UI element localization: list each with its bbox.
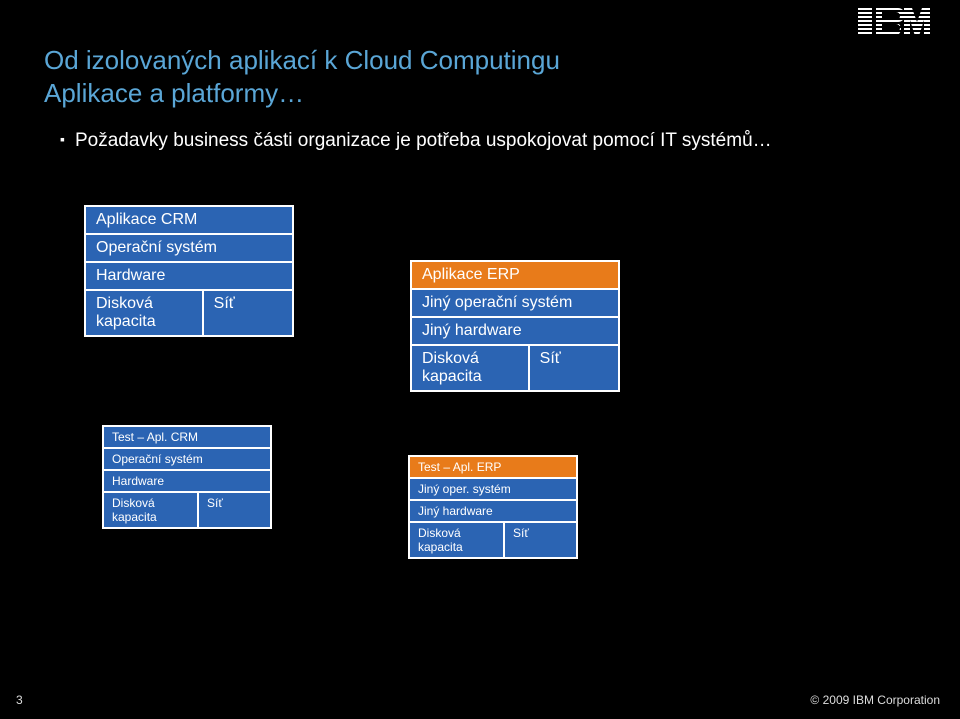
test-crm-app: Test – Apl. CRM — [102, 425, 272, 449]
stack-erp: Aplikace ERP Jiný operační systém Jiný h… — [410, 260, 620, 390]
test-erp-os: Jiný oper. systém — [408, 477, 578, 501]
stack-test-erp: Test – Apl. ERP Jiný oper. systém Jiný h… — [408, 455, 578, 557]
title-line-1: Od izolovaných aplikací k Cloud Computin… — [44, 45, 560, 75]
erp-hw: Jiný hardware — [410, 316, 620, 346]
test-erp-net: Síť — [503, 521, 578, 559]
stack-test-crm: Test – Apl. CRM Operační systém Hardware… — [102, 425, 272, 527]
erp-net: Síť — [528, 344, 620, 392]
test-erp-disk: Disková kapacita — [408, 521, 505, 559]
page-number: 3 — [16, 693, 23, 707]
erp-disk: Disková kapacita — [410, 344, 530, 392]
erp-app: Aplikace ERP — [410, 260, 620, 290]
ibm-logo — [858, 8, 930, 44]
crm-net: Síť — [202, 289, 294, 337]
test-crm-net: Síť — [197, 491, 272, 529]
title-line-2: Aplikace a platformy… — [44, 78, 304, 108]
bullet-text: Požadavky business části organizace je p… — [60, 130, 772, 152]
crm-app: Aplikace CRM — [84, 205, 294, 235]
test-erp-app: Test – Apl. ERP — [408, 455, 578, 479]
crm-hw: Hardware — [84, 261, 294, 291]
test-crm-disk: Disková kapacita — [102, 491, 199, 529]
ibm-logo-icon — [858, 8, 930, 36]
test-crm-os: Operační systém — [102, 447, 272, 471]
crm-os: Operační systém — [84, 233, 294, 263]
stack-crm: Aplikace CRM Operační systém Hardware Di… — [84, 205, 294, 335]
test-erp-hw: Jiný hardware — [408, 499, 578, 523]
test-crm-hw: Hardware — [102, 469, 272, 493]
erp-os: Jiný operační systém — [410, 288, 620, 318]
copyright: © 2009 IBM Corporation — [810, 693, 940, 707]
slide: Od izolovaných aplikací k Cloud Computin… — [0, 0, 960, 719]
slide-title: Od izolovaných aplikací k Cloud Computin… — [44, 44, 560, 109]
crm-disk: Disková kapacita — [84, 289, 204, 337]
